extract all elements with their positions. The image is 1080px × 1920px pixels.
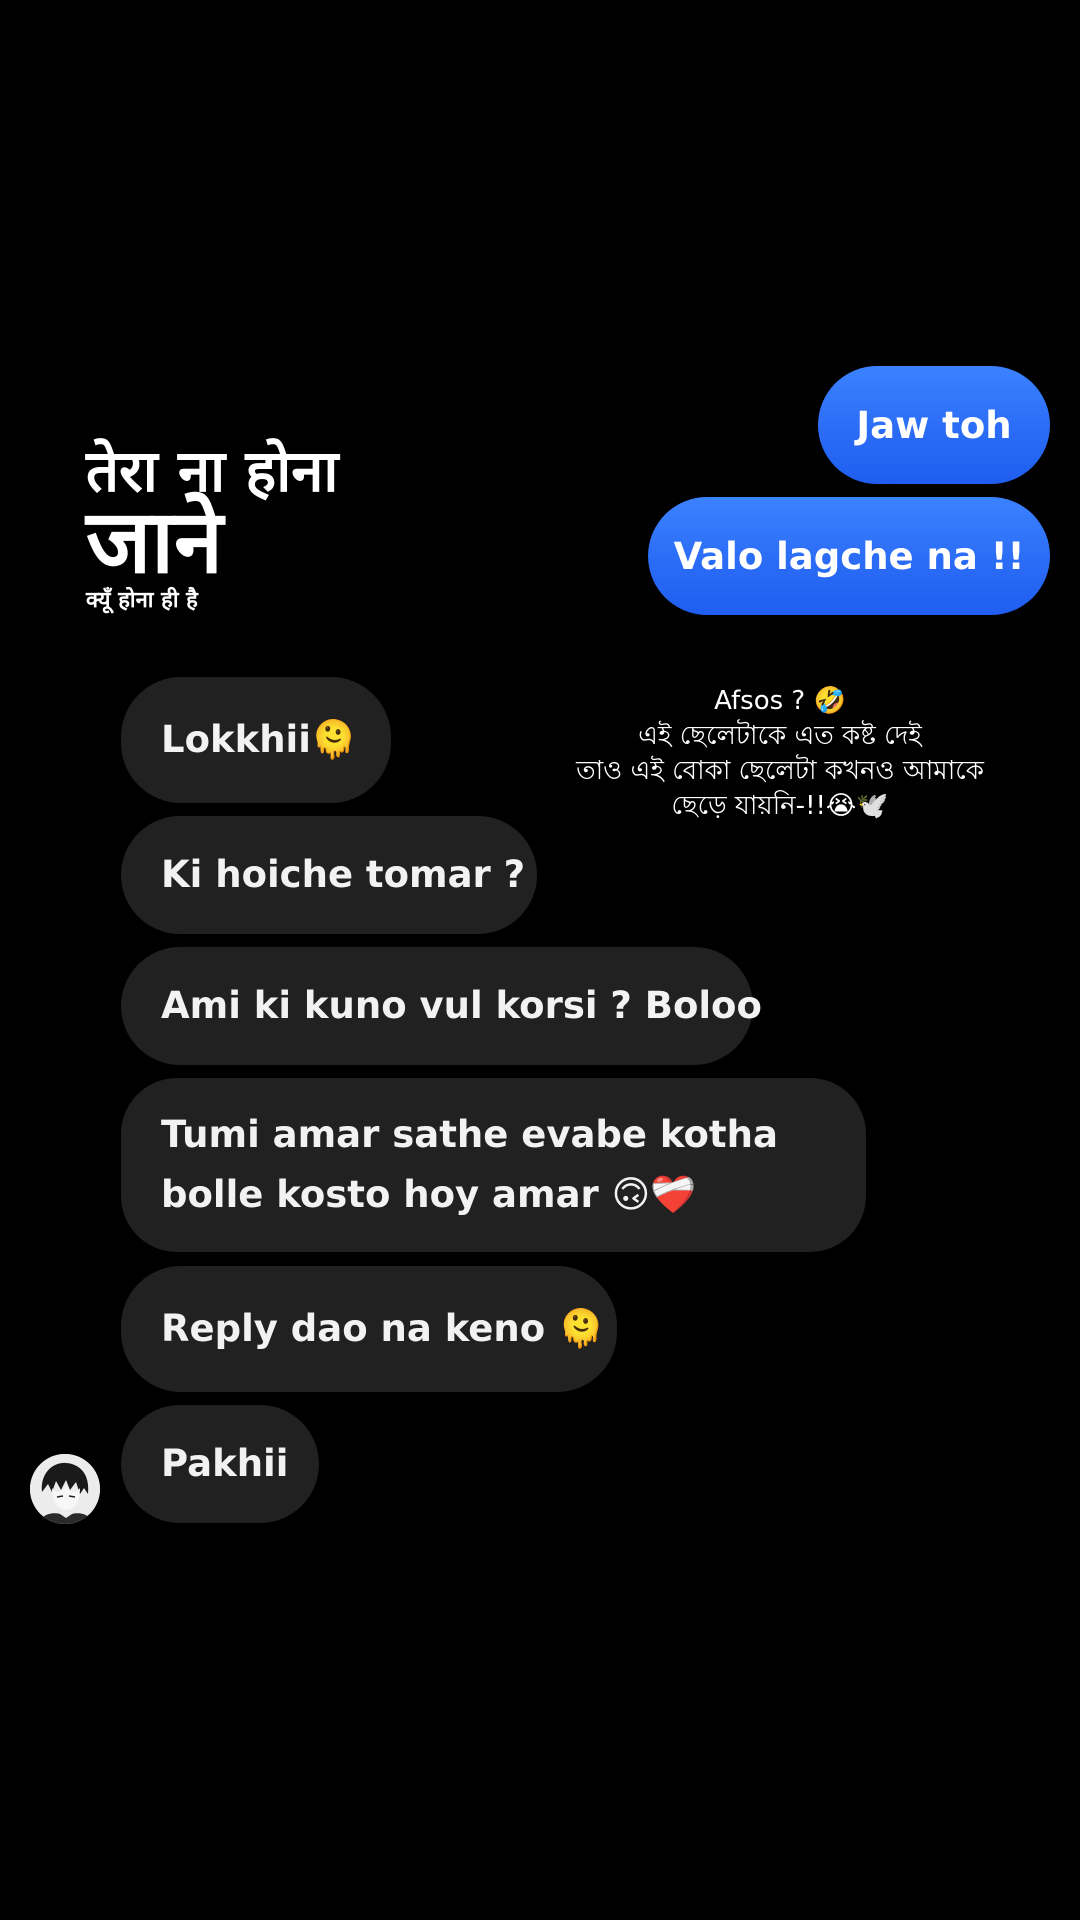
- received-message-bubble[interactable]: Pakhii: [121, 1405, 319, 1523]
- received-message-text: Pakhii: [161, 1442, 289, 1485]
- received-message-text: Lokkhii🫠: [161, 718, 357, 761]
- received-message-text: Reply dao na keno 🫠: [161, 1307, 605, 1350]
- received-message-text: Ami ki kuno vul korsi ? Boloo: [161, 984, 762, 1027]
- caption-line-4: ছেড়ে যায়নি-!!😭🕊️: [671, 791, 889, 821]
- received-message-bubble[interactable]: Ami ki kuno vul korsi ? Boloo: [121, 947, 762, 1065]
- sent-message-text: Jaw toh: [856, 403, 1012, 447]
- received-message-text: Tumi amar sathe evabe kotha bolle kosto …: [161, 1113, 778, 1216]
- sent-message-bubble[interactable]: Valo lagche na !!: [648, 497, 1050, 615]
- sent-message-text: Valo lagche na !!: [673, 534, 1025, 578]
- received-message-bubble[interactable]: Reply dao na keno 🫠: [121, 1266, 617, 1392]
- received-message-bubble[interactable]: Tumi amar sathe evabe kotha bolle kosto …: [121, 1078, 866, 1252]
- sticker-line-2: जाने: [86, 490, 223, 593]
- avatar-illustration-icon: [30, 1454, 100, 1524]
- received-message-bubble[interactable]: Lokkhii🫠: [121, 677, 391, 803]
- caption-line-3: তাও এই বোকা ছেলেটা কখনও আমাকে: [576, 756, 984, 786]
- hindi-text-sticker: तेरा ना होना जाने क्यूँ होना ही है: [86, 438, 416, 616]
- received-message-bubble[interactable]: Ki hoiche tomar ?: [121, 816, 537, 934]
- caption-overlay: Afsos ? 🤣 এই ছেলেটাকে এত কষ্ট দেই তাও এই…: [530, 684, 1030, 824]
- chat-screen: Jaw toh Valo lagche na !! तेरा ना होना ज…: [0, 0, 1080, 1920]
- caption-line-2: এই ছেলেটাকে এত কষ্ট দেই: [638, 721, 922, 751]
- received-message-text: Ki hoiche tomar ?: [161, 853, 526, 896]
- sticker-line-3: क्यूँ होना ही है: [86, 588, 198, 613]
- sent-message-bubble[interactable]: Jaw toh: [818, 366, 1050, 484]
- caption-line-1: Afsos ? 🤣: [714, 686, 846, 716]
- profile-avatar[interactable]: [30, 1454, 100, 1524]
